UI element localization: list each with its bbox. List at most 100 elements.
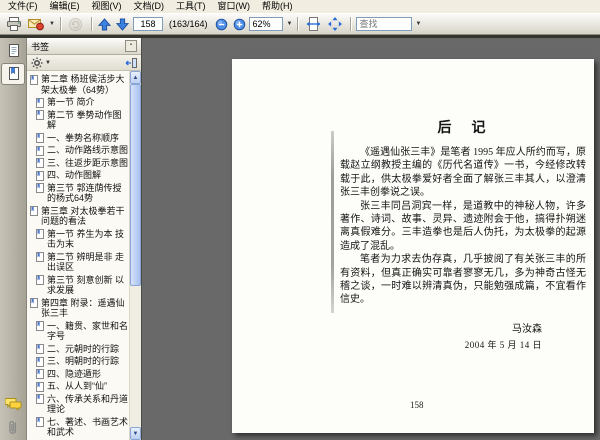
toolbar: ▼ (163/164) ▼ ▼ bbox=[0, 13, 600, 35]
bookmarks-tab[interactable] bbox=[2, 64, 24, 84]
pages-tab[interactable] bbox=[2, 41, 24, 61]
bookmark-label: 第二节 拳势动作图解 bbox=[47, 109, 122, 131]
attachments-tab[interactable] bbox=[2, 417, 24, 437]
signature-block: 马汝森 2004 年 5 月 14 日 bbox=[340, 320, 586, 351]
email-icon bbox=[28, 17, 44, 31]
menu-item[interactable]: 文件(F) bbox=[2, 0, 44, 13]
scroll-up-arrow-icon[interactable]: ▲ bbox=[130, 71, 141, 84]
menu-item[interactable]: 视图(V) bbox=[86, 0, 128, 13]
bookmark-item[interactable]: 三、明朝时的行踪 bbox=[30, 355, 129, 368]
bookmark-label: 第二章 杨班侯活步大架太极拳（64势） bbox=[41, 74, 125, 95]
menu-item[interactable]: 帮助(H) bbox=[256, 0, 299, 13]
bookmark-page-icon bbox=[36, 369, 44, 379]
navigation-tab-strip bbox=[0, 38, 27, 440]
scrollbar-thumb[interactable] bbox=[130, 84, 141, 286]
scroll-down-arrow-icon[interactable]: ▼ bbox=[130, 427, 141, 440]
bookmark-item[interactable]: 七、著述、书画艺术和武术 bbox=[30, 416, 129, 439]
bookmark-item[interactable]: 第二章 杨班侯活步大架太极拳（64势） bbox=[30, 73, 129, 96]
bookmark-label: 第一节 养生为本 技击为末 bbox=[47, 228, 125, 250]
bookmark-label: 第一节 简介 bbox=[47, 97, 95, 107]
bookmark-label: 四、动作图解 bbox=[47, 170, 102, 180]
zoom-out-icon bbox=[215, 18, 228, 31]
bookmark-item[interactable]: 二、元朝时的行踪 bbox=[30, 343, 129, 356]
bookmarks-scrollbar[interactable]: ▲ ▼ bbox=[129, 71, 141, 440]
bookmark-label: 三、往返步距示意图 bbox=[47, 157, 129, 168]
bookmark-page-icon bbox=[30, 206, 38, 216]
paperclip-icon bbox=[7, 419, 19, 435]
toolbar-separator bbox=[297, 17, 299, 31]
bookmark-item[interactable]: 第一节 养生为本 技击为末 bbox=[30, 228, 129, 251]
toolbar-separator bbox=[90, 17, 92, 31]
bookmark-page-icon bbox=[36, 321, 44, 331]
email-dropdown-arrow[interactable]: ▼ bbox=[49, 21, 55, 27]
paragraph: 张三丰同吕洞宾一样，是道教中的神秘人物，许多著作、诗词、故事、灵异、遗迹附会于他… bbox=[340, 200, 586, 252]
bookmark-item[interactable]: 第二节 拳势动作图解 bbox=[30, 109, 129, 132]
bookmark-label: 四、隐迹遁形 bbox=[47, 368, 102, 379]
menu-item[interactable]: 窗口(W) bbox=[212, 0, 257, 13]
bookmark-page-icon bbox=[36, 229, 44, 239]
pages-icon bbox=[6, 43, 21, 59]
pdf-reader-window: 文件(F)编辑(E)视图(V)文档(D)工具(T)窗口(W)帮助(H) ▼ (1… bbox=[0, 0, 600, 440]
bookmark-item[interactable]: 二、动作路线示意图 bbox=[30, 144, 129, 157]
bookmark-page-icon bbox=[36, 133, 44, 143]
bookmark-item[interactable]: 第三节 刻意创新 以求发展 bbox=[30, 274, 129, 297]
bookmark-item[interactable]: 第三章 对太极拳若干问题的看法 bbox=[30, 205, 129, 228]
document-page: 后 记 《遥遇仙张三丰》是笔者 1995 年应人所约而写，原载赵立纲教授主编的《… bbox=[232, 59, 594, 433]
find-dropdown-arrow[interactable]: ▼ bbox=[415, 21, 421, 27]
menu-item[interactable]: 工具(T) bbox=[170, 0, 212, 13]
bookmark-item[interactable]: 三、往返步距示意图 bbox=[30, 157, 129, 170]
collapse-panel-icon[interactable] bbox=[124, 57, 137, 69]
bookmark-item[interactable]: 四、动作图解 bbox=[30, 169, 129, 182]
page-title: 后 记 bbox=[437, 121, 489, 136]
bookmark-item[interactable]: 一、籍贯、家世和名字号 bbox=[30, 320, 129, 343]
zoom-out-button[interactable] bbox=[213, 16, 229, 33]
print-button[interactable] bbox=[4, 16, 24, 33]
bookmark-label: 二、动作路线示意图 bbox=[47, 145, 129, 155]
bookmark-page-icon bbox=[36, 183, 44, 193]
fit-width-icon bbox=[306, 17, 321, 31]
bookmark-label: 第二节 辨明是非 走出误区 bbox=[47, 251, 125, 273]
bookmark-item[interactable]: 第三节 郭连荫传授的杨式64势 bbox=[30, 182, 129, 205]
bookmark-page-icon bbox=[36, 170, 44, 181]
find-input[interactable] bbox=[356, 17, 413, 31]
bookmark-item[interactable]: 第二节 辨明是非 走出误区 bbox=[30, 251, 129, 274]
bookmark-item[interactable]: 第一节 简介 bbox=[30, 96, 129, 109]
document-pane[interactable]: 后 记 《遥遇仙张三丰》是笔者 1995 年应人所约而写，原载赵立纲教授主编的《… bbox=[142, 38, 600, 440]
bookmark-item[interactable]: 第四章 附录：遥遇仙张三丰 bbox=[30, 297, 129, 320]
signature-date: 2004 年 5 月 14 日 bbox=[464, 339, 542, 350]
bookmark-page-icon bbox=[36, 417, 44, 427]
previous-page-button[interactable] bbox=[97, 16, 113, 33]
bookmark-item[interactable]: 四、隐迹遁形 bbox=[30, 368, 129, 381]
bookmark-item[interactable]: 六、传承关系和丹道理论 bbox=[30, 393, 129, 416]
comments-icon bbox=[4, 397, 22, 411]
options-dropdown-arrow[interactable]: ▼ bbox=[45, 60, 51, 66]
fit-page-button[interactable] bbox=[325, 16, 345, 33]
zoom-dropdown-arrow[interactable]: ▼ bbox=[286, 21, 292, 27]
arrow-up-icon bbox=[98, 17, 112, 31]
bookmarks-toolbar: ▼ bbox=[27, 55, 141, 71]
bookmark-item[interactable]: 一、拳势名称顺序 bbox=[30, 132, 129, 145]
menu-item[interactable]: 文档(D) bbox=[128, 0, 171, 13]
page-folio-number: 158 bbox=[410, 400, 424, 410]
bookmark-page-icon bbox=[30, 298, 38, 308]
fit-width-button[interactable] bbox=[303, 16, 323, 33]
options-gear-icon[interactable] bbox=[31, 57, 43, 69]
next-page-button[interactable] bbox=[115, 16, 131, 33]
page-count-label: (163/164) bbox=[168, 19, 208, 29]
bookmark-label: 二、元朝时的行踪 bbox=[47, 343, 120, 354]
email-button[interactable] bbox=[26, 16, 46, 33]
comments-tab[interactable] bbox=[2, 394, 24, 414]
zoom-in-button[interactable] bbox=[231, 16, 247, 33]
page-paragraphs: 《遥遇仙张三丰》是笔者 1995 年应人所约而写，原载赵立纲教授主编的《历代名道… bbox=[340, 146, 586, 307]
menu-item[interactable]: 编辑(E) bbox=[44, 0, 86, 13]
zoom-level-input[interactable] bbox=[249, 17, 284, 31]
page-number-input[interactable] bbox=[132, 17, 163, 31]
signature-name: 马汝森 bbox=[512, 323, 542, 335]
bookmark-label: 第三章 对太极拳若干问题的看法 bbox=[41, 205, 125, 227]
bookmark-item[interactable]: 五、从人到“仙” bbox=[30, 380, 129, 393]
bookmarks-list: 第二章 杨班侯活步大架太极拳（64势） 第一节 简介 第二节 拳势动作图解 一、… bbox=[27, 71, 141, 440]
bookmarks-icon bbox=[6, 66, 21, 82]
panel-menu-button[interactable]: ▪ bbox=[125, 40, 137, 52]
bookmark-page-icon bbox=[36, 275, 44, 285]
fit-page-icon bbox=[328, 17, 343, 31]
